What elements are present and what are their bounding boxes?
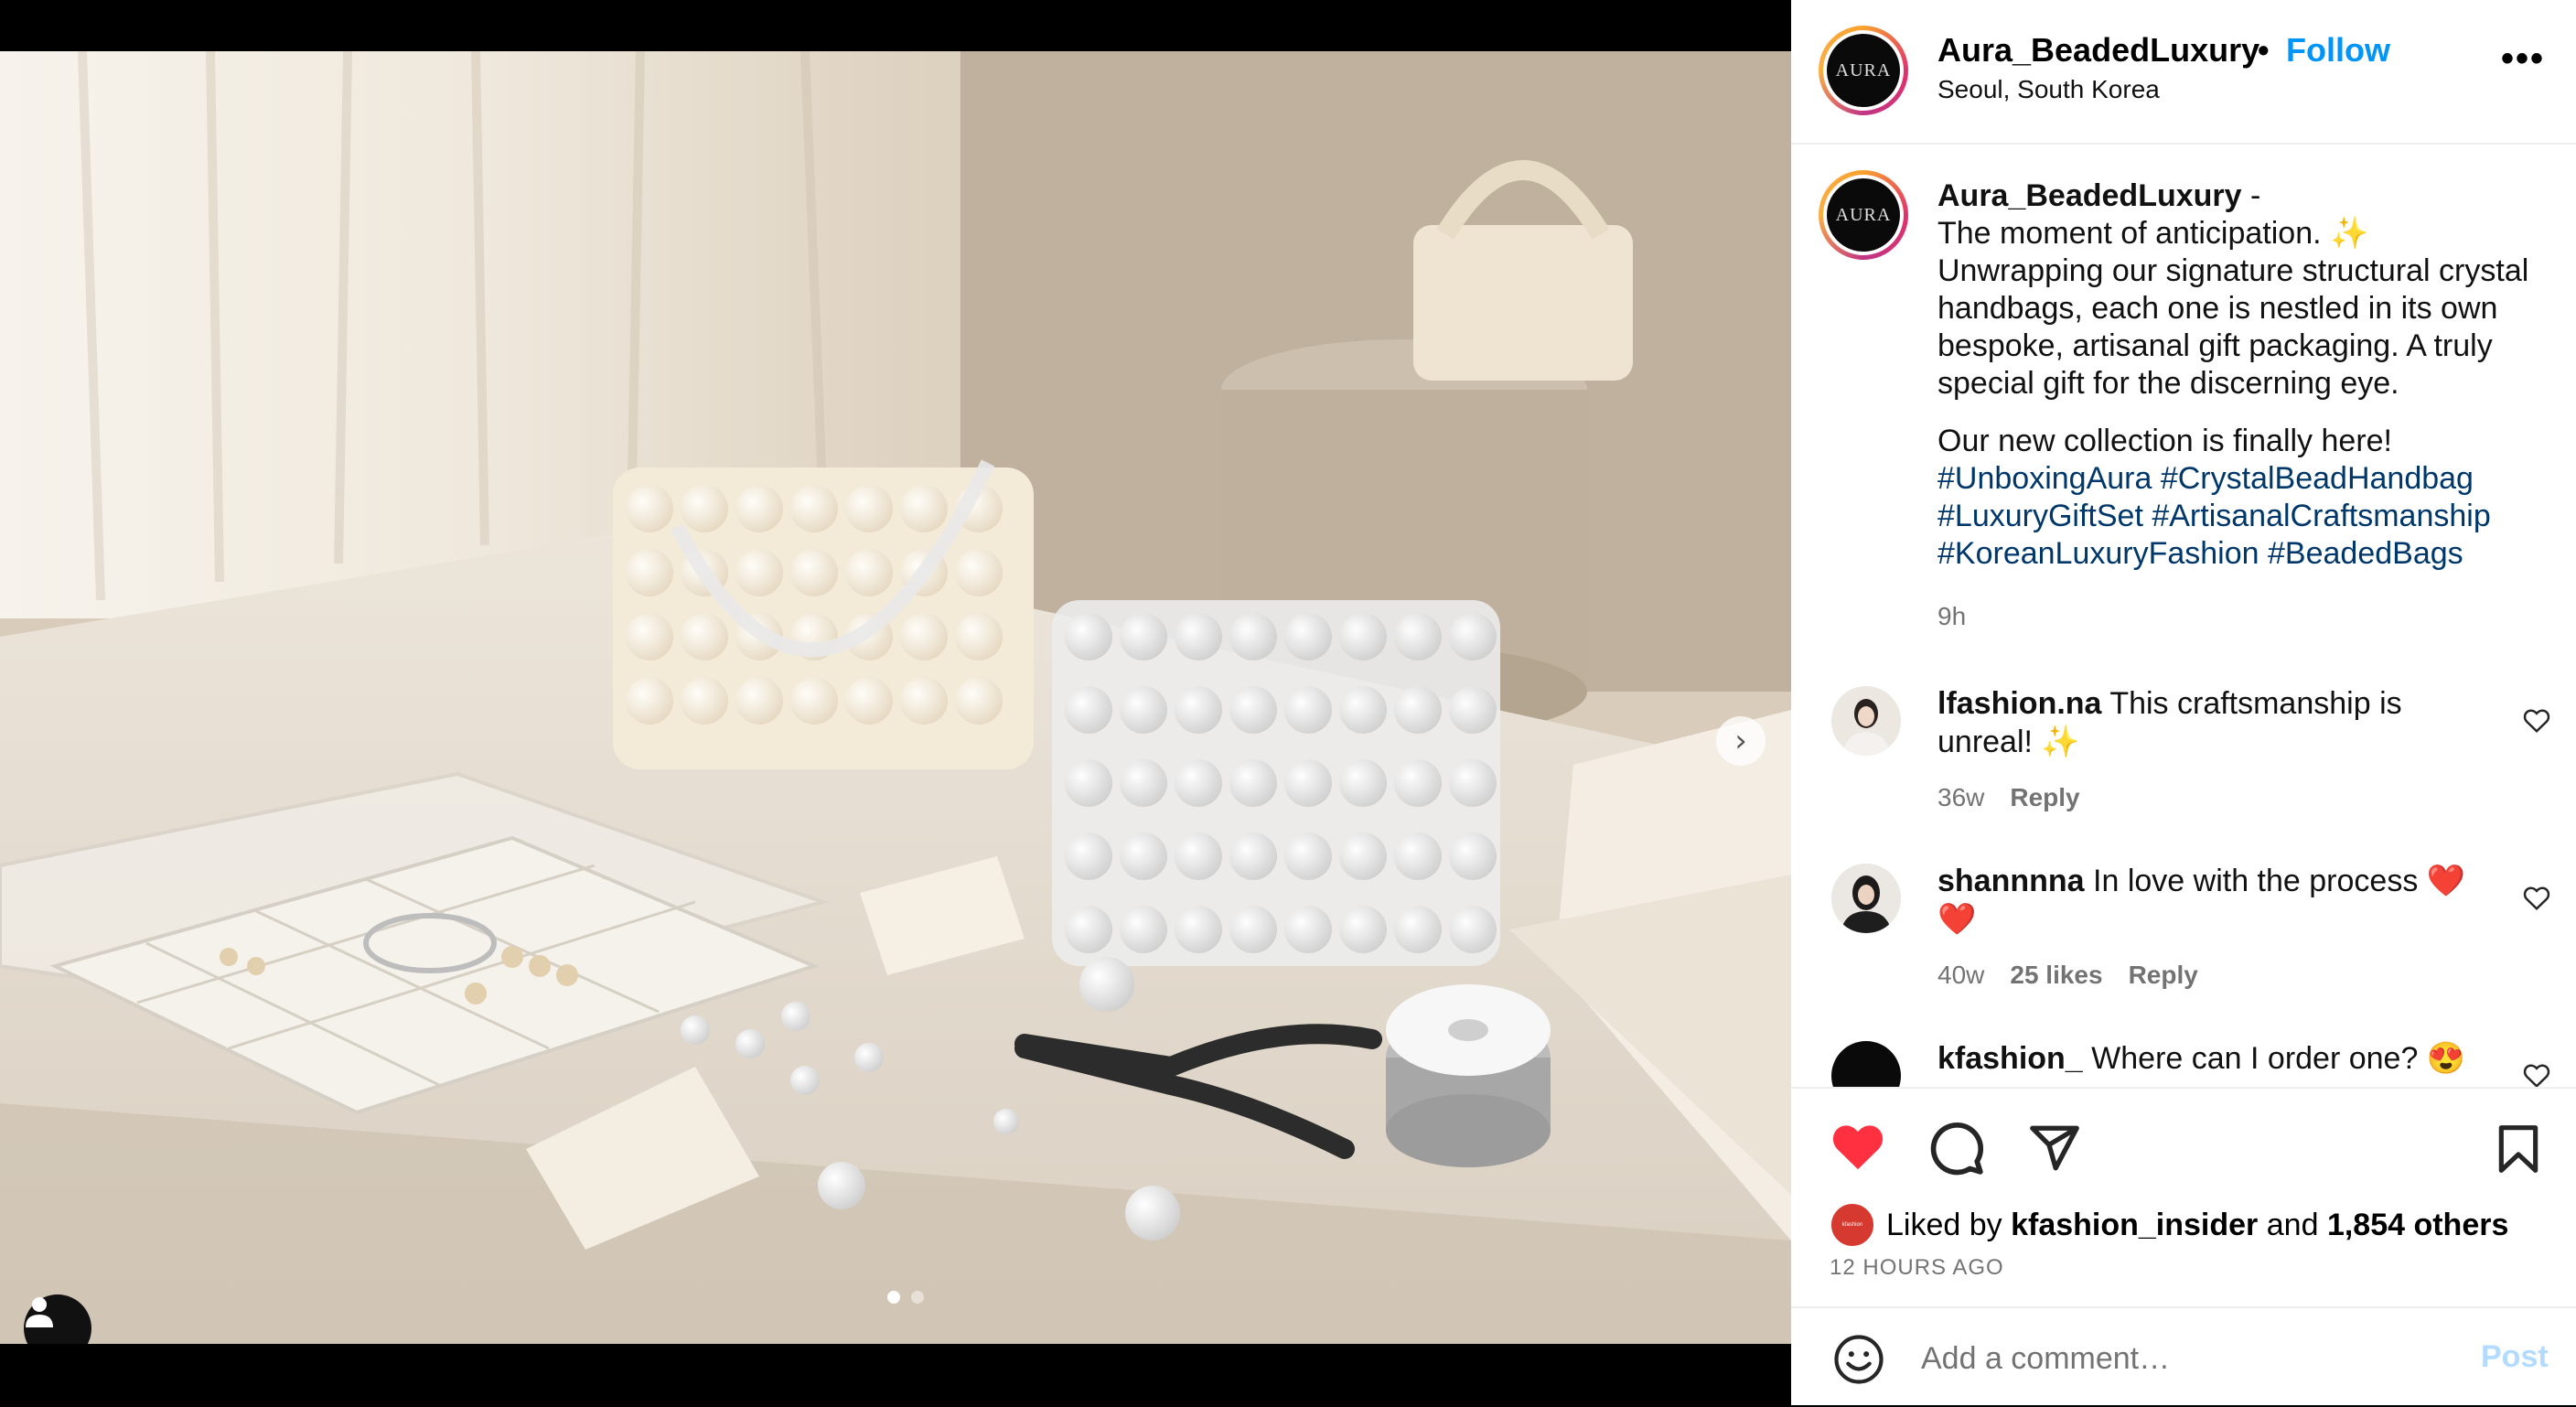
hashtag-link[interactable]: #CrystalBeadHandbag bbox=[2161, 461, 2474, 496]
comment-username[interactable]: lfashion.na bbox=[1937, 686, 2101, 721]
carousel-dot-2 bbox=[911, 1291, 924, 1304]
liker-avatar: kfashion bbox=[1830, 1202, 1875, 1248]
carousel-indicator bbox=[887, 1291, 924, 1304]
comment-text: lfashion.na This craftsmanship is unreal… bbox=[1937, 684, 2477, 761]
caption-line-2: Unwrapping our signature structural crys… bbox=[1937, 253, 2529, 288]
comment-text: kfashion_ Where can I order one? 😍 bbox=[1937, 1039, 2477, 1078]
commenter-avatar[interactable] bbox=[1831, 1041, 1901, 1087]
comment-meta: 40w 25 likes Reply bbox=[1937, 961, 2198, 990]
comments-section[interactable]: AURA Aura_BeadedLuxury - The moment of a… bbox=[1791, 145, 2576, 1087]
likes-middle: and bbox=[2266, 1207, 2319, 1242]
reply-button[interactable]: Reply bbox=[2010, 783, 2079, 812]
emoji-icon[interactable] bbox=[1833, 1334, 1884, 1385]
likes-others[interactable]: 1,854 others bbox=[2327, 1208, 2508, 1242]
comment-like-heart-icon[interactable] bbox=[2523, 1063, 2550, 1087]
commenter-avatar[interactable] bbox=[1831, 686, 1901, 756]
caption-time[interactable]: 9h bbox=[1937, 602, 1966, 631]
comment-like-heart-icon[interactable] bbox=[2523, 708, 2550, 734]
caption-dash: - bbox=[2241, 178, 2261, 213]
author-avatar[interactable]: AURA bbox=[1819, 26, 1908, 115]
liker-username[interactable]: kfashion_insider bbox=[2011, 1208, 2258, 1242]
add-comment-bar: Post bbox=[1791, 1306, 2576, 1407]
more-options-button[interactable]: ••• bbox=[2501, 38, 2545, 80]
caption-author[interactable]: Aura_BeadedLuxury bbox=[1937, 178, 2242, 213]
post-photo[interactable]: › bbox=[0, 51, 1791, 1344]
post-actions: kfashion Liked by kfashion_insider and 1… bbox=[1791, 1087, 2576, 1308]
chevron-right-icon: › bbox=[1734, 723, 1747, 759]
reply-button[interactable]: Reply bbox=[2129, 961, 2198, 990]
post-timestamp[interactable]: 12 HOURS AGO bbox=[1830, 1255, 2004, 1281]
post-caption: Aura_BeadedLuxury - The moment of antici… bbox=[1937, 177, 2550, 573]
caption-line-4: bespoke, artisanal gift packaging. A tru… bbox=[1937, 328, 2493, 363]
likes-prefix: Liked by bbox=[1886, 1207, 2002, 1242]
hashtag-link[interactable]: #UnboxingAura bbox=[1937, 461, 2152, 496]
comment-likes-count[interactable]: 25 likes bbox=[2010, 961, 2102, 990]
share-icon[interactable] bbox=[2027, 1122, 2082, 1175]
comment-username[interactable]: kfashion_ bbox=[1937, 1041, 2083, 1076]
post-comment-button[interactable]: Post bbox=[2481, 1339, 2549, 1375]
avatar-text: AURA bbox=[1827, 178, 1900, 252]
post-header: AURA Aura_BeadedLuxury • Follow Seoul, S… bbox=[1791, 0, 2576, 145]
hashtag-link[interactable]: #LuxuryGiftSet bbox=[1937, 499, 2143, 533]
carousel-dot-1 bbox=[887, 1291, 900, 1304]
avatar-text: AURA bbox=[1827, 34, 1900, 107]
comment-time[interactable]: 40w bbox=[1937, 961, 1984, 990]
author-username[interactable]: Aura_BeadedLuxury bbox=[1937, 31, 2259, 70]
heart-icon[interactable] bbox=[1830, 1122, 1886, 1173]
post-media: › bbox=[0, 0, 1791, 1405]
follow-button[interactable]: Follow bbox=[2286, 31, 2390, 70]
hashtag-link[interactable]: #ArtisanalCraftsmanship bbox=[2152, 499, 2490, 533]
comment-like-heart-icon[interactable] bbox=[2523, 886, 2550, 911]
user-tag-icon bbox=[26, 1297, 53, 1327]
add-comment-input[interactable] bbox=[1919, 1330, 2417, 1387]
caption-line-6: Our new collection is finally here! bbox=[1937, 424, 2393, 458]
post-side-panel: AURA Aura_BeadedLuxury • Follow Seoul, S… bbox=[1791, 0, 2576, 1405]
next-slide-button[interactable]: › bbox=[1716, 716, 1766, 766]
caption-line-1: The moment of anticipation. ✨ bbox=[1937, 216, 2369, 251]
comment-username[interactable]: shannnna bbox=[1937, 864, 2085, 898]
hashtag-link[interactable]: #BeadedBags bbox=[2268, 536, 2463, 571]
commenter-avatar[interactable] bbox=[1831, 864, 1901, 933]
header-separator: • bbox=[2258, 31, 2270, 69]
comment-time[interactable]: 36w bbox=[1937, 783, 1984, 812]
hashtag-link[interactable]: #KoreanLuxuryFashion bbox=[1937, 536, 2259, 571]
comment-body: Where can I order one? 😍 bbox=[2091, 1041, 2466, 1076]
caption-line-3: handbags, each one is nestled in its own bbox=[1937, 291, 2498, 326]
comment-meta: 36w Reply bbox=[1937, 783, 2080, 812]
post-location[interactable]: Seoul, South Korea bbox=[1937, 75, 2160, 104]
photo-illustration bbox=[0, 51, 1791, 1344]
likes-summary[interactable]: kfashion Liked by kfashion_insider and 1… bbox=[1830, 1202, 2508, 1248]
comment-text: shannnna In love with the process ❤️ ❤️ bbox=[1937, 862, 2477, 939]
caption-author-avatar[interactable]: AURA bbox=[1819, 170, 1908, 260]
caption-line-5: special gift for the discerning eye. bbox=[1937, 366, 2399, 401]
comment-icon[interactable] bbox=[1928, 1120, 1985, 1176]
bookmark-icon[interactable] bbox=[2496, 1123, 2541, 1175]
